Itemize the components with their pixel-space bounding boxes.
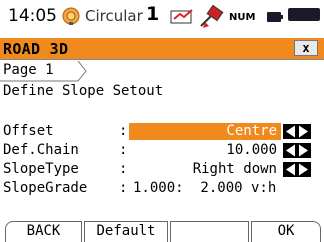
face-indicator[interactable]: 1 [146, 3, 159, 25]
tab-divider [0, 59, 324, 60]
ok-button[interactable]: OK [251, 221, 321, 242]
numlock-indicator[interactable]: NUM [229, 12, 255, 23]
prism-mode-icon[interactable] [62, 7, 80, 25]
field-slope-type[interactable]: SlopeType : Right down [0, 161, 324, 179]
colon-separator: : [119, 123, 128, 139]
back-button[interactable]: BACK [5, 221, 82, 242]
battery-icon[interactable] [265, 7, 285, 27]
colon-separator: : [119, 180, 128, 196]
empty-softkey[interactable] [170, 221, 249, 242]
colon-separator: : [119, 161, 128, 177]
list-toggle-icon[interactable] [283, 124, 311, 139]
list-toggle-icon[interactable] [283, 162, 311, 177]
title-bar: ROAD 3D x [0, 38, 324, 59]
field-slope-grade[interactable]: SlopeGrade : 1.000: 2.000 v:h [0, 180, 324, 198]
softkey-bar: BACK Default OK [0, 221, 324, 242]
colon-separator: : [119, 142, 128, 158]
page-subtitle: Define Slope Setout [3, 83, 164, 99]
offset-select[interactable]: Centre [129, 123, 281, 140]
memory-card-icon[interactable] [170, 9, 194, 24]
field-def-chain[interactable]: Def.Chain : 10.000 [0, 142, 324, 160]
field-label: SlopeType [3, 161, 79, 177]
field-value: Centre [226, 123, 277, 139]
field-offset[interactable]: Offset : Centre [0, 123, 324, 141]
tab-label: Page 1 [3, 62, 54, 78]
def-chain-select[interactable]: 10.000 [129, 142, 281, 159]
satellite-icon[interactable] [197, 4, 225, 30]
field-value: 10.000 [226, 142, 277, 158]
window-title: ROAD 3D [3, 40, 69, 58]
slope-type-select[interactable]: Right down [129, 161, 281, 178]
close-button[interactable]: x [294, 40, 318, 56]
field-label: SlopeGrade [3, 180, 88, 196]
status-bar: 14:05 Circular 1 NUM [0, 0, 324, 36]
battery-level [288, 8, 320, 21]
list-toggle-icon[interactable] [283, 143, 311, 158]
prism-type-label[interactable]: Circular [85, 7, 143, 25]
field-label: Offset [3, 123, 54, 139]
default-button[interactable]: Default [84, 221, 168, 242]
field-label: Def.Chain [3, 142, 79, 158]
slope-grade-input[interactable]: 1.000: 2.000 v:h [133, 180, 276, 196]
clock: 14:05 [8, 6, 57, 26]
field-value: Right down [192, 161, 277, 177]
